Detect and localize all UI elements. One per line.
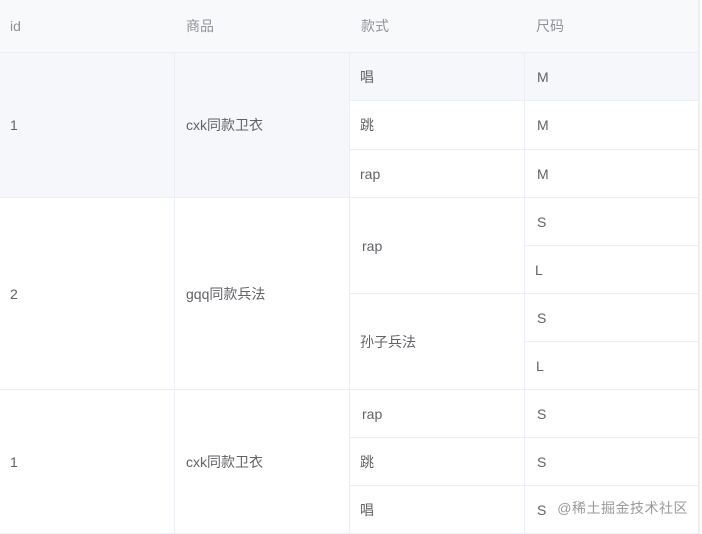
table-cell-style: 唱	[350, 53, 525, 101]
table-cell-size: L	[525, 342, 700, 390]
table-cell-size: M	[525, 150, 700, 198]
table-cell-style: rap	[350, 198, 525, 294]
header-id: id	[10, 18, 21, 34]
header-size: 尺码	[536, 18, 564, 34]
table-cell-id: 1	[0, 53, 175, 198]
table-cell-style: 跳	[350, 438, 525, 486]
table-cell-product: gqq同款兵法	[175, 198, 350, 390]
watermark: @稀土掘金技术社区	[557, 498, 688, 518]
table-header: id 商品 款式 尺码	[0, 0, 700, 53]
table-cell-id: 2	[0, 198, 175, 390]
watermark-text: @稀土掘金技术社区	[557, 500, 688, 516]
table-cell-id: 1	[0, 390, 175, 534]
table-cell-size: M	[525, 101, 700, 150]
table-cell-product: cxk同款卫衣	[175, 53, 350, 198]
table-cell-style: 孙子兵法	[350, 294, 525, 390]
table-cell-style: 唱	[350, 486, 525, 534]
header-product: 商品	[186, 18, 214, 34]
table-cell-size: S	[525, 390, 700, 438]
table-cell-size: S	[525, 438, 700, 486]
merged-cell-table: id 商品 款式 尺码 1 cxk同款卫衣 唱 M 跳 M rap M 2 gq…	[0, 0, 700, 534]
header-style: 款式	[361, 18, 389, 34]
table-cell-style: rap	[350, 150, 525, 198]
table-cell-size: M	[525, 53, 700, 101]
table-cell-product: cxk同款卫衣	[175, 390, 350, 534]
table-cell-size: S	[525, 198, 700, 246]
table-cell-style: rap	[350, 390, 525, 438]
table-cell-size: L	[525, 246, 700, 294]
table-cell-style: 跳	[350, 101, 525, 150]
table-cell-size: S	[525, 294, 700, 342]
table-right-edge	[698, 0, 700, 534]
